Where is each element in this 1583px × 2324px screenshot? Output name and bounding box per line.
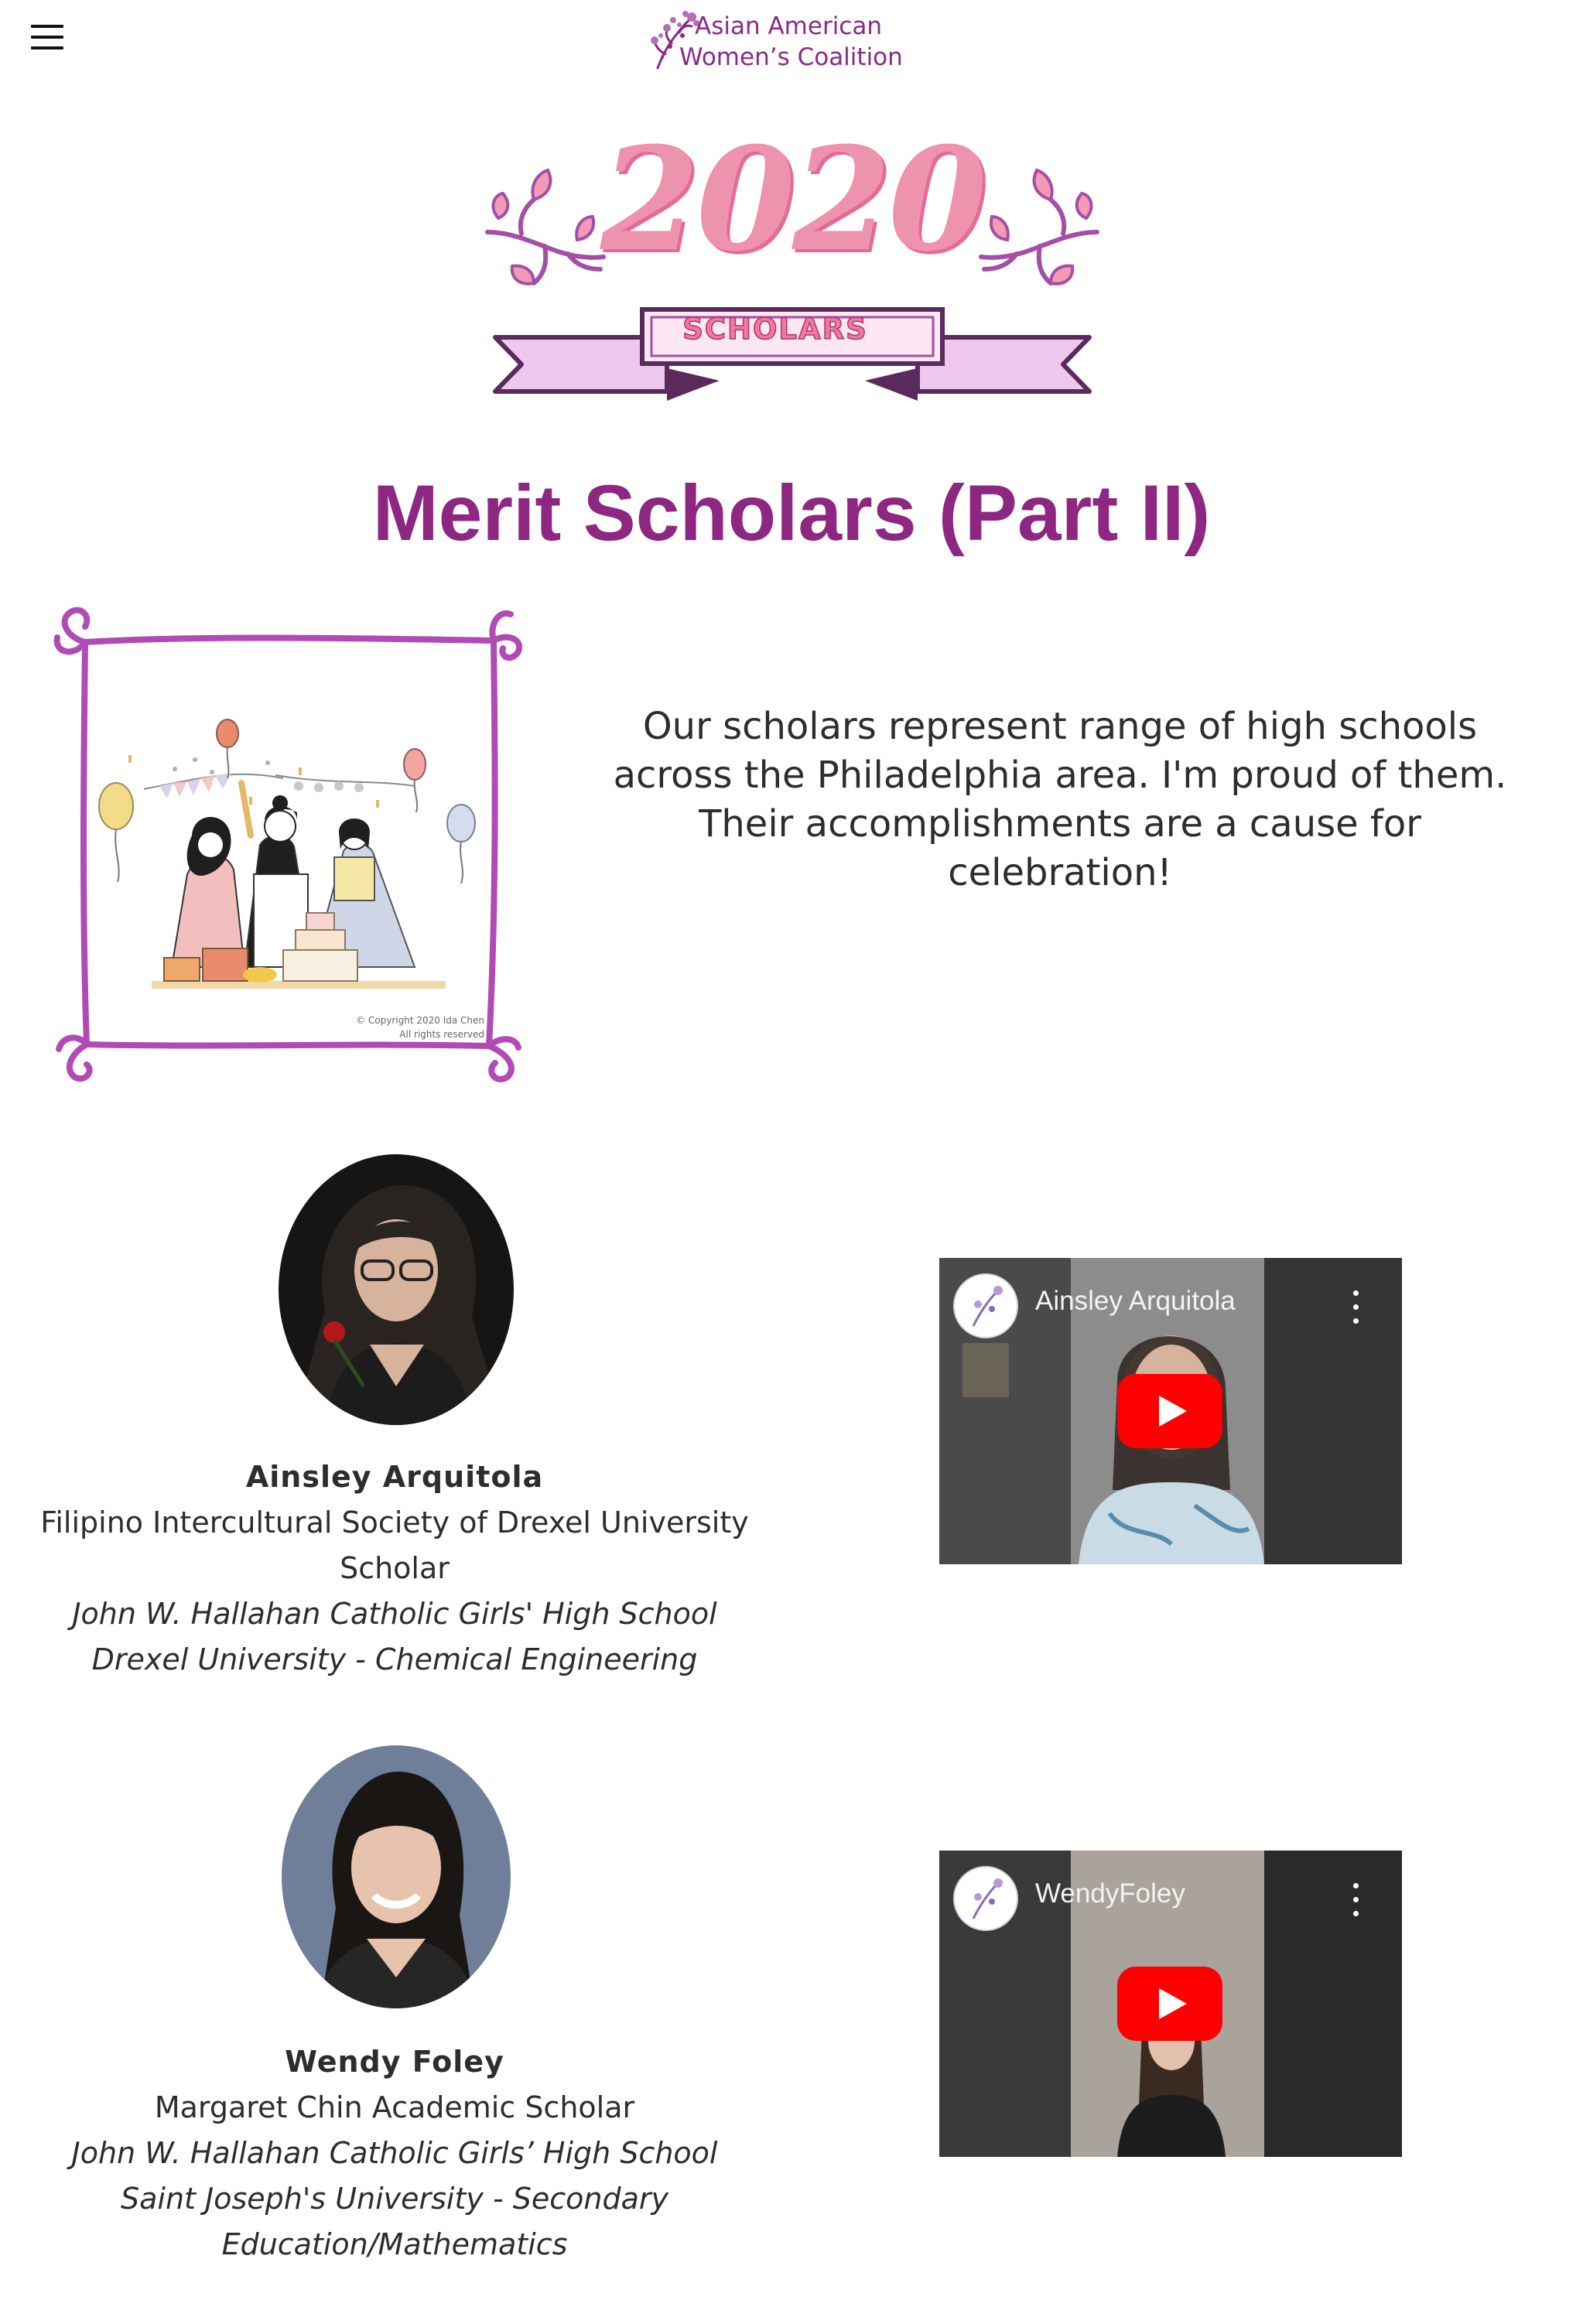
youtube-play-icon[interactable] bbox=[1117, 1967, 1222, 2041]
scholar-award: Filipino Intercultural Society of Drexel… bbox=[40, 1505, 749, 1540]
scholar-high-school: John W. Hallahan Catholic Girls' High Sc… bbox=[72, 1597, 717, 1631]
scholar-college: Drexel University - Chemical Engineering bbox=[91, 1642, 698, 1676]
logo-line-1: Asian American bbox=[695, 12, 882, 40]
video-title[interactable]: WendyFoley bbox=[1035, 1877, 1185, 1911]
logo-text: Asian American Women’s Coalition bbox=[679, 11, 942, 73]
channel-avatar-icon[interactable] bbox=[953, 1866, 1018, 1931]
scholar-college-cont: Education/Mathematics bbox=[221, 2227, 568, 2261]
video-player-ainsley[interactable]: Ainsley Arquitola bbox=[939, 1258, 1402, 1564]
banner-year: 2020 bbox=[600, 116, 987, 283]
logo-line-2: Women’s Coalition bbox=[679, 43, 903, 71]
scholar-photo-ainsley-art bbox=[279, 1154, 514, 1425]
page-title: Merit Scholars (Part II) bbox=[372, 469, 1211, 557]
scholar-name: Wendy Foley bbox=[285, 2045, 504, 2079]
illustration-rights: All rights reserved bbox=[399, 1029, 484, 1040]
video-player-wendy[interactable]: WendyFoley bbox=[939, 1851, 1402, 2157]
scholar-info-ainsley: Ainsley Arquitola Filipino Intercultural… bbox=[23, 1454, 766, 1683]
channel-avatar-icon[interactable] bbox=[953, 1273, 1018, 1338]
scholar-photo-ainsley bbox=[279, 1154, 514, 1425]
scholar-info-wendy: Wendy Foley Margaret Chin Academic Schol… bbox=[23, 2039, 766, 2268]
scholar-photo-wendy bbox=[282, 1745, 511, 2008]
scholar-photo-wendy-art bbox=[282, 1745, 511, 2008]
celebration-illustration-art bbox=[53, 607, 523, 1082]
more-options-icon[interactable] bbox=[1348, 1289, 1363, 1326]
scholar-high-school: John W. Hallahan Catholic Girls’ High Sc… bbox=[71, 2136, 718, 2170]
scholar-name: Ainsley Arquitola bbox=[245, 1460, 544, 1494]
scholar-college: Saint Joseph's University - Secondary bbox=[121, 2182, 668, 2216]
youtube-play-icon[interactable] bbox=[1117, 1374, 1222, 1448]
video-title[interactable]: Ainsley Arquitola bbox=[1035, 1284, 1236, 1318]
banner-scholars-label: SCHOLARS bbox=[682, 312, 868, 347]
site-logo[interactable]: Asian American Women’s Coalition bbox=[648, 8, 927, 73]
intro-paragraph: Our scholars represent range of high sch… bbox=[613, 705, 1507, 894]
scholar-award-cont: Scholar bbox=[340, 1551, 450, 1585]
hamburger-menu-icon[interactable] bbox=[28, 22, 65, 53]
celebration-illustration: © Copyright 2020 Ida Chen All rights res… bbox=[51, 603, 534, 1085]
scholar-award: Margaret Chin Academic Scholar bbox=[154, 2090, 635, 2124]
more-options-icon[interactable] bbox=[1348, 1881, 1363, 1919]
scholars-2020-banner: 2020 SCHOLARS bbox=[467, 116, 1117, 410]
illustration-copyright: © Copyright 2020 Ida Chen bbox=[356, 1015, 484, 1026]
